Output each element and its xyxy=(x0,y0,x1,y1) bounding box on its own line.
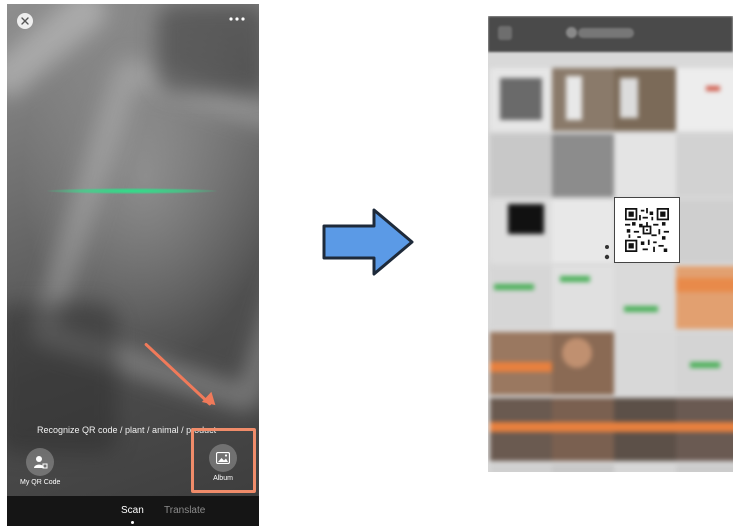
photo-thumbnail[interactable] xyxy=(552,68,614,131)
mode-tab-bar: Scan Translate xyxy=(7,496,259,526)
photo-thumbnail[interactable] xyxy=(490,68,552,131)
photo-thumbnail[interactable] xyxy=(552,398,614,461)
photo-thumbnail[interactable] xyxy=(490,134,552,197)
close-button[interactable] xyxy=(17,13,33,29)
photo-thumbnail[interactable] xyxy=(490,332,552,395)
photo-thumbnail[interactable] xyxy=(676,464,733,472)
photo-thumbnail[interactable] xyxy=(490,266,552,329)
tab-scan[interactable]: Scan xyxy=(121,505,144,516)
photo-thumbnail[interactable] xyxy=(676,68,733,131)
heart-icon xyxy=(604,245,610,260)
person-qr-icon xyxy=(34,456,48,469)
photo-thumbnail[interactable] xyxy=(676,332,733,395)
image-icon xyxy=(216,452,230,464)
more-icon xyxy=(229,17,245,21)
close-icon xyxy=(21,17,29,25)
photo-thumbnail[interactable] xyxy=(490,398,552,461)
album-header xyxy=(488,16,733,52)
photo-thumbnail[interactable] xyxy=(676,398,733,461)
photo-thumbnail[interactable] xyxy=(552,464,614,472)
tab-translate[interactable]: Translate xyxy=(164,505,205,516)
photo-thumbnail[interactable] xyxy=(552,134,614,197)
photo-thumbnail[interactable] xyxy=(614,134,676,197)
album-button[interactable]: Album xyxy=(209,444,237,482)
right-arrow-icon xyxy=(322,208,414,276)
scanner-screen: Recognize QR code / plant / animal / pro… xyxy=(7,4,259,526)
photo-thumbnail[interactable] xyxy=(614,266,676,329)
active-tab-indicator xyxy=(131,521,134,524)
camera-viewfinder xyxy=(7,4,259,496)
photo-thumbnail[interactable] xyxy=(676,134,733,197)
tutorial-figure: Recognize QR code / plant / animal / pro… xyxy=(0,0,733,527)
photo-thumbnail[interactable] xyxy=(676,200,733,263)
more-options-button[interactable] xyxy=(227,12,247,26)
photo-thumbnail[interactable] xyxy=(614,332,676,395)
app-logo-icon xyxy=(566,27,577,38)
my-qr-code-label: My QR Code xyxy=(20,479,61,486)
album-title-placeholder xyxy=(578,28,634,38)
album-label: Album xyxy=(213,475,233,482)
qr-code-icon xyxy=(625,208,669,252)
my-qr-code-button[interactable]: My QR Code xyxy=(20,448,60,486)
photo-thumbnail[interactable] xyxy=(614,68,676,131)
back-icon[interactable] xyxy=(498,26,512,40)
photo-thumbnail[interactable] xyxy=(490,200,552,263)
photo-thumbnail[interactable] xyxy=(552,332,614,395)
photo-thumbnail[interactable] xyxy=(490,464,552,472)
album-screen xyxy=(488,16,733,472)
photo-thumbnail[interactable] xyxy=(552,266,614,329)
photo-thumbnail[interactable] xyxy=(614,464,676,472)
scan-line xyxy=(47,188,217,194)
photo-thumbnail[interactable] xyxy=(676,266,733,329)
photo-thumbnail[interactable] xyxy=(614,398,676,461)
qr-code-image[interactable] xyxy=(614,197,680,263)
